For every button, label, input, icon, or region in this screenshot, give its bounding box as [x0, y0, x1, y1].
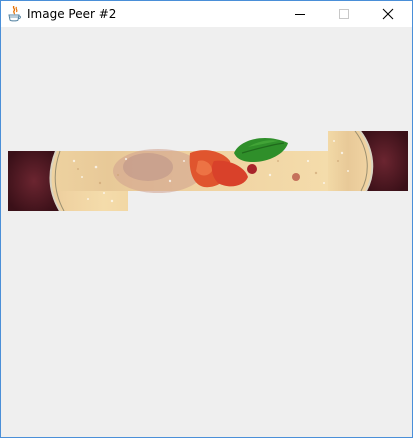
java-cup-icon	[7, 5, 21, 22]
close-button[interactable]	[366, 1, 410, 27]
image-peer-window: Image Peer #2	[0, 0, 413, 438]
minimize-icon	[295, 14, 305, 15]
close-icon	[382, 8, 394, 20]
minimize-button[interactable]	[278, 1, 322, 27]
title-bar[interactable]: Image Peer #2	[1, 1, 412, 27]
partially-rendered-image	[8, 131, 408, 211]
image-canvas	[1, 27, 412, 437]
window-title: Image Peer #2	[27, 7, 117, 21]
maximize-icon	[339, 9, 349, 19]
maximize-button[interactable]	[322, 1, 366, 27]
